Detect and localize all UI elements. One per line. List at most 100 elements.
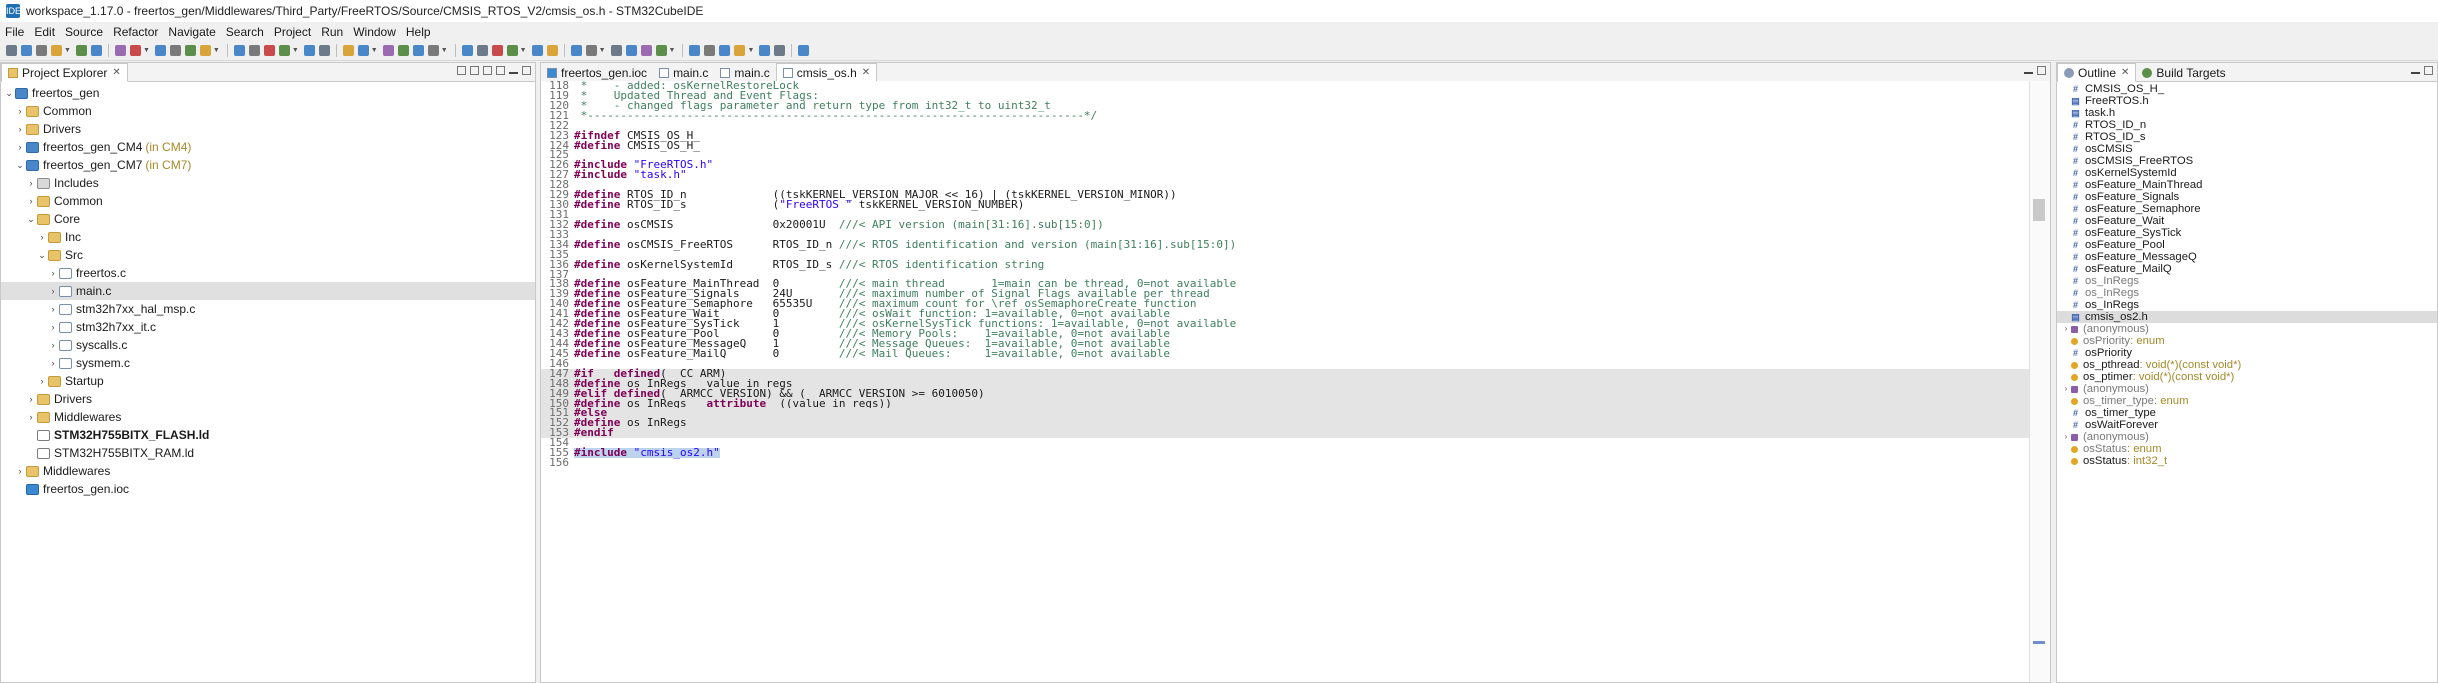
chevron-right-icon[interactable]: › bbox=[2061, 323, 2071, 335]
chevron-right-icon[interactable]: › bbox=[25, 394, 37, 404]
menu-item-file[interactable]: File bbox=[0, 25, 29, 39]
toolbar-button-icon[interactable] bbox=[342, 45, 354, 56]
menu-item-run[interactable]: Run bbox=[316, 25, 348, 39]
dropdown-arrow-icon[interactable]: ▼ bbox=[213, 47, 220, 54]
toolbar-button-icon[interactable] bbox=[21, 45, 32, 56]
tree-item[interactable]: › Middlewares bbox=[1, 408, 535, 426]
chevron-right-icon[interactable]: › bbox=[36, 232, 48, 242]
outline-item[interactable]: # os_InRegs bbox=[2057, 287, 2437, 299]
tree-item[interactable]: freertos_gen.ioc bbox=[1, 480, 535, 498]
link-editor-icon[interactable] bbox=[470, 66, 479, 75]
chevron-right-icon[interactable]: › bbox=[14, 106, 26, 116]
outline-item[interactable]: # CMSIS_OS_H_ bbox=[2057, 83, 2437, 95]
toolbar-button-icon[interactable] bbox=[689, 45, 701, 56]
outline-item[interactable]: # osCMSIS bbox=[2057, 143, 2437, 155]
outline-item[interactable]: # RTOS_ID_s bbox=[2057, 131, 2437, 143]
tree-item[interactable]: › freertos_gen_CM4 (in CM4) bbox=[1, 138, 535, 156]
chevron-right-icon[interactable]: › bbox=[2061, 383, 2071, 395]
outline-item[interactable]: # osFeature_Semaphore bbox=[2057, 203, 2437, 215]
outline-item[interactable]: os_timer_type : enum bbox=[2057, 395, 2437, 407]
toolbar-button-icon[interactable] bbox=[798, 45, 810, 56]
toolbar-button-icon[interactable] bbox=[263, 45, 275, 56]
toolbar-button-icon[interactable] bbox=[318, 45, 330, 56]
code-text[interactable]: #define os_InRegs __attribute__((value_i… bbox=[574, 398, 892, 409]
chevron-right-icon[interactable]: › bbox=[2061, 431, 2071, 443]
tree-item[interactable]: › stm32h7xx_it.c bbox=[1, 318, 535, 336]
chevron-down-icon[interactable]: ⌄ bbox=[14, 160, 26, 171]
outline-item[interactable]: › (anonymous) bbox=[2057, 431, 2437, 443]
dropdown-arrow-icon[interactable]: ▼ bbox=[64, 47, 71, 54]
dropdown-arrow-icon[interactable]: ▼ bbox=[441, 47, 448, 54]
chevron-right-icon[interactable]: › bbox=[47, 358, 59, 368]
toolbar-button-icon[interactable] bbox=[625, 45, 637, 56]
toolbar-button-icon[interactable] bbox=[36, 45, 47, 56]
code-line[interactable]: 136 #define osKernelSystemId RTOS_ID_s //… bbox=[541, 259, 2030, 270]
toolbar-button-icon[interactable] bbox=[114, 45, 126, 56]
toolbar-button-icon[interactable] bbox=[506, 45, 518, 56]
code-text[interactable]: #define osKernelSystemId RTOS_ID_s ///< … bbox=[574, 259, 1044, 270]
toolbar-button-icon[interactable] bbox=[704, 45, 716, 56]
dropdown-arrow-icon[interactable]: ▼ bbox=[747, 47, 754, 54]
chevron-right-icon[interactable]: › bbox=[14, 142, 26, 152]
close-icon[interactable]: ✕ bbox=[862, 67, 870, 78]
menu-item-edit[interactable]: Edit bbox=[29, 25, 60, 39]
toolbar-button-icon[interactable] bbox=[759, 45, 771, 56]
minimize-icon[interactable] bbox=[2024, 66, 2033, 74]
outline-item[interactable]: ▤ cmsis_os2.h bbox=[2057, 311, 2437, 323]
tree-item[interactable]: STM32H755BITX_RAM.ld bbox=[1, 444, 535, 462]
toolbar-button-icon[interactable] bbox=[570, 45, 582, 56]
toolbar-button-icon[interactable] bbox=[427, 45, 439, 56]
dropdown-arrow-icon[interactable]: ▼ bbox=[599, 47, 606, 54]
dropdown-arrow-icon[interactable]: ▼ bbox=[371, 47, 378, 54]
toolbar-button-icon[interactable] bbox=[357, 45, 369, 56]
chevron-right-icon[interactable]: › bbox=[47, 286, 59, 296]
code-line[interactable]: 130 #define RTOS_ID_s ("FreeRTOS " tskKER… bbox=[541, 199, 2030, 210]
outline-item[interactable]: # osFeature_MessageQ bbox=[2057, 251, 2437, 263]
code-line[interactable]: 153 #endif bbox=[541, 427, 2030, 438]
dropdown-arrow-icon[interactable]: ▼ bbox=[292, 47, 299, 54]
toolbar-button-icon[interactable] bbox=[734, 45, 746, 56]
tree-item[interactable]: ⌄ freertos_gen bbox=[1, 84, 535, 102]
code-line[interactable]: 132 #define osCMSIS 0x20001U ///< API ver… bbox=[541, 219, 2030, 230]
tab-project-explorer[interactable]: Project Explorer ✕ bbox=[1, 63, 128, 82]
toolbar-button-icon[interactable] bbox=[90, 45, 102, 56]
toolbar-button-icon[interactable] bbox=[655, 45, 667, 56]
selection-marker[interactable] bbox=[2033, 641, 2045, 644]
code-line[interactable]: 155 #include "cmsis_os2.h" bbox=[541, 447, 2030, 458]
menu-item-window[interactable]: Window bbox=[348, 25, 401, 39]
toolbar-button-icon[interactable] bbox=[6, 45, 17, 56]
toolbar-button-icon[interactable] bbox=[303, 45, 315, 56]
tree-item[interactable]: ⌄ freertos_gen_CM7 (in CM7) bbox=[1, 156, 535, 174]
tree-item[interactable]: › Common bbox=[1, 102, 535, 120]
toolbar-button-icon[interactable] bbox=[51, 45, 62, 56]
outline-item[interactable]: # os_timer_type bbox=[2057, 407, 2437, 419]
toolbar-button-icon[interactable] bbox=[774, 45, 786, 56]
dropdown-arrow-icon[interactable]: ▼ bbox=[520, 47, 527, 54]
code-text[interactable]: #define CMSIS_OS_H_ bbox=[574, 140, 700, 151]
toolbar-button-icon[interactable] bbox=[546, 45, 558, 56]
code-text[interactable]: #define osCMSIS 0x20001U ///< API versio… bbox=[574, 219, 1104, 230]
menu-item-search[interactable]: Search bbox=[221, 25, 269, 39]
toolbar-button-icon[interactable] bbox=[129, 45, 141, 56]
editor-tab[interactable]: freertos_gen.ioc bbox=[541, 64, 654, 81]
outline-item[interactable]: # os_InRegs bbox=[2057, 275, 2437, 287]
editor-overview-ruler[interactable] bbox=[2029, 81, 2050, 682]
chevron-right-icon[interactable]: › bbox=[25, 196, 37, 206]
outline-item[interactable]: # osFeature_MainThread bbox=[2057, 179, 2437, 191]
code-line[interactable]: 125 bbox=[541, 149, 2030, 160]
tree-item[interactable]: › main.c bbox=[1, 282, 535, 300]
toolbar-button-icon[interactable] bbox=[154, 45, 166, 56]
dropdown-arrow-icon[interactable]: ▼ bbox=[669, 47, 676, 54]
outline-item[interactable]: # osFeature_MailQ bbox=[2057, 263, 2437, 275]
code-line[interactable]: 134 #define osCMSIS_FreeRTOS RTOS_ID_n //… bbox=[541, 239, 2030, 250]
toolbar-button-icon[interactable] bbox=[248, 45, 260, 56]
code-line[interactable]: 156 bbox=[541, 457, 2030, 468]
outline-item[interactable]: # os_InRegs bbox=[2057, 299, 2437, 311]
toolbar-button-icon[interactable] bbox=[278, 45, 290, 56]
menu-item-refactor[interactable]: Refactor bbox=[108, 25, 163, 39]
outline-item[interactable]: # osCMSIS_FreeRTOS bbox=[2057, 155, 2437, 167]
code-line[interactable]: 127 #include "task.h" bbox=[541, 169, 2030, 180]
code-text[interactable]: #define osCMSIS_FreeRTOS RTOS_ID_n ///< … bbox=[574, 239, 1236, 250]
close-icon[interactable]: ✕ bbox=[2121, 67, 2129, 78]
minimize-icon[interactable] bbox=[2411, 66, 2420, 74]
